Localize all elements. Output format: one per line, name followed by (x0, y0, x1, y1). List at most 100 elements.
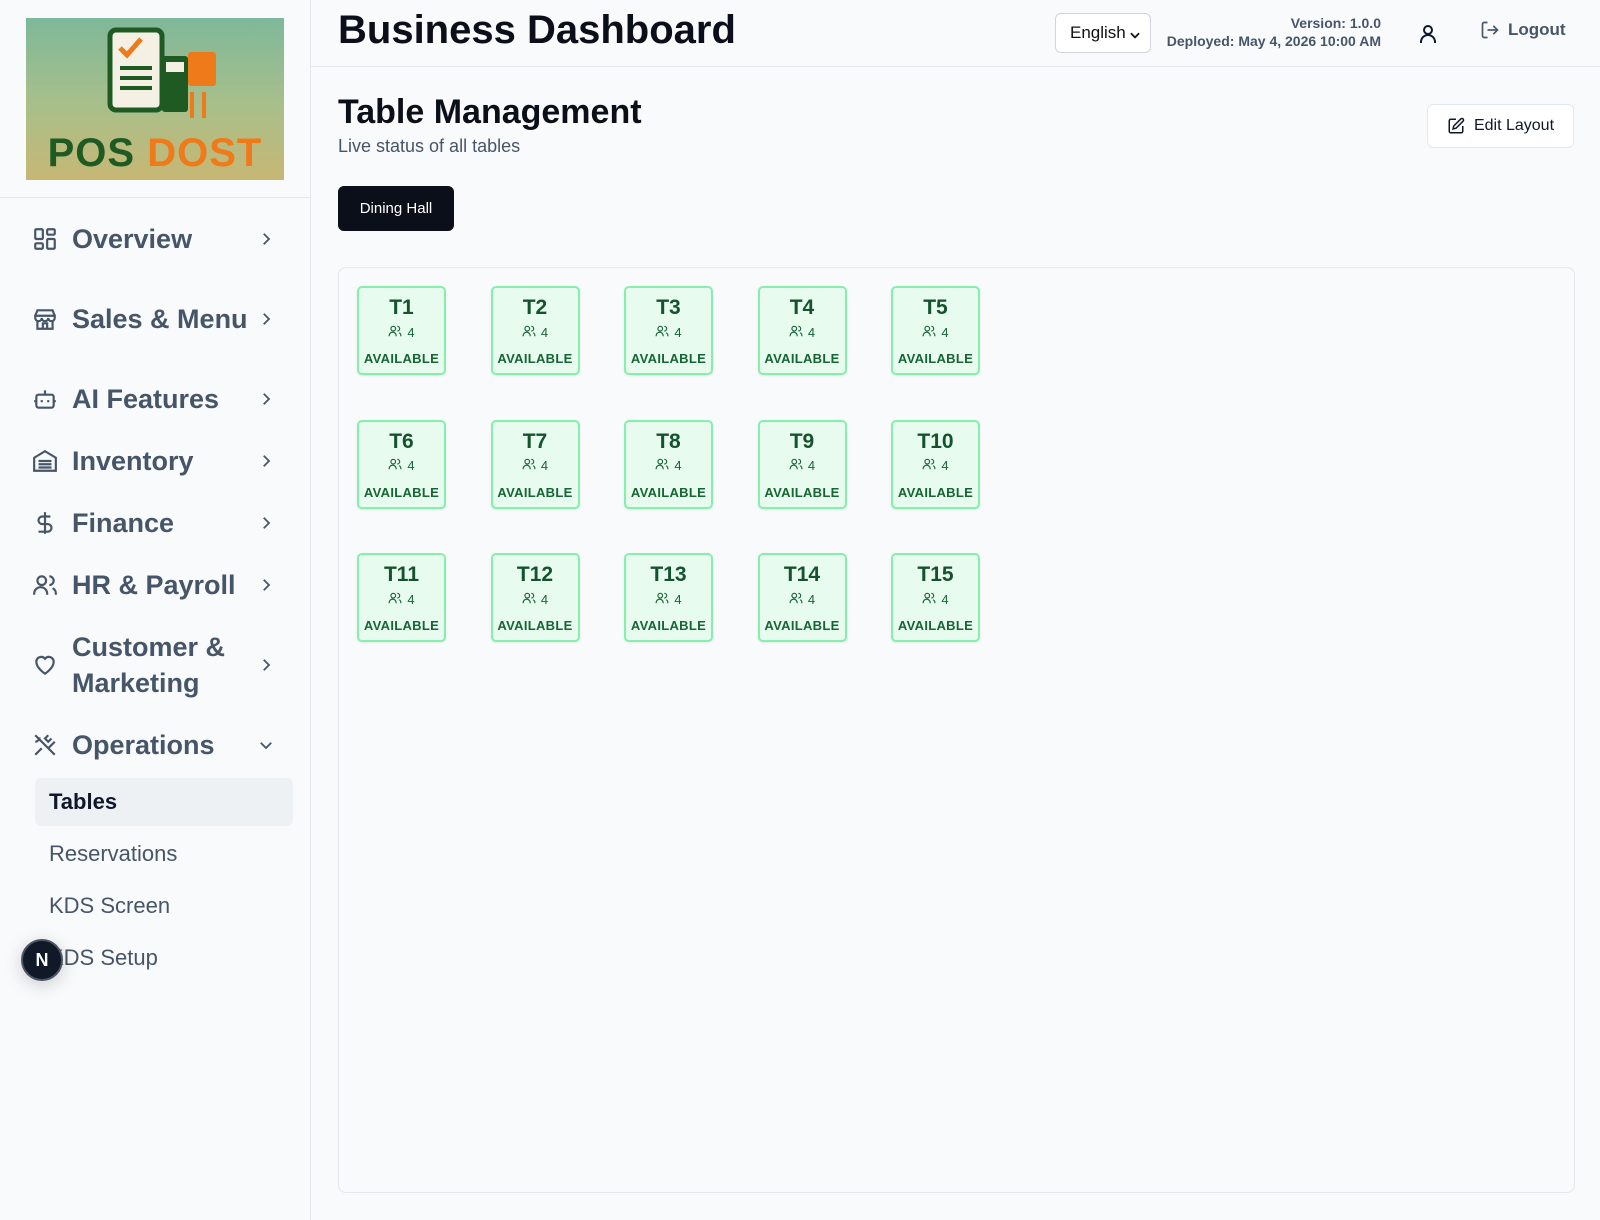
table-name: T12 (516, 563, 554, 586)
sidebar-item-label: AI Features (72, 384, 220, 414)
sidebar-item-label: Customer & Marketing (72, 632, 226, 698)
table-tile[interactable]: T11 4 AVAILABLE (357, 553, 446, 642)
sidebar-item-customer-marketing[interactable]: Customer & Marketing (0, 616, 310, 714)
users-icon (388, 457, 402, 474)
users-icon (655, 457, 669, 474)
users-icon (655, 324, 669, 341)
table-name: T5 (923, 296, 948, 319)
table-tile[interactable]: T14 4 AVAILABLE (757, 553, 847, 642)
table-tile[interactable]: T2 4 AVAILABLE (490, 286, 580, 375)
table-tile[interactable]: T8 4 AVAILABLE (624, 419, 713, 509)
table-tile[interactable]: T9 4 AVAILABLE (757, 419, 847, 509)
sidebar-item-overview[interactable]: Overview (0, 208, 310, 270)
table-capacity-value: 4 (941, 591, 949, 607)
users-icon (789, 591, 803, 608)
sidebar-item-operations[interactable]: Operations (0, 714, 310, 776)
sidebar-item-sales-menu[interactable]: Sales & Menu (0, 270, 310, 368)
chevron-right-icon (256, 575, 276, 595)
table-capacity: 4 (922, 324, 949, 340)
utensils-crossed-icon (30, 730, 60, 760)
chevron-right-icon (256, 451, 276, 471)
page-subtitle: Live status of all tables (338, 136, 521, 156)
table-capacity-value: 4 (540, 591, 549, 607)
top-header: Business Dashboard English Version: 1.0.… (311, 0, 1600, 67)
users-icon (922, 457, 936, 474)
table-capacity-value: 4 (807, 591, 816, 607)
sidebar-item-label: Finance (72, 508, 175, 538)
table-tile[interactable]: T4 4 AVAILABLE (757, 286, 847, 375)
sidebar-item-finance[interactable]: Finance (0, 492, 310, 554)
table-tile[interactable]: T1 4 AVAILABLE (357, 286, 446, 375)
table-capacity-value: 4 (941, 324, 949, 340)
sidebar-nav: Overview Sales & Menu AI Features Invent… (0, 198, 310, 984)
receipt-terminal-icon (107, 27, 216, 118)
page-title: Table Management (338, 93, 642, 131)
table-tile[interactable]: T5 4 AVAILABLE (891, 286, 980, 375)
table-tile[interactable]: T12 4 AVAILABLE (490, 553, 580, 642)
sidebar-subitem-reservations[interactable]: Reservations (35, 828, 293, 880)
pos-dost-logo[interactable]: POS DOST (26, 18, 284, 180)
table-tile[interactable]: T13 4 AVAILABLE (624, 553, 713, 642)
user-icon[interactable] (1416, 22, 1440, 51)
sidebar-item-label: Inventory (72, 446, 194, 476)
table-capacity-value: 4 (407, 591, 415, 607)
users-icon (388, 591, 402, 608)
table-capacity-value: 4 (941, 458, 949, 473)
logout-button[interactable]: Logout (1480, 20, 1566, 40)
chevron-down-icon (1128, 27, 1142, 47)
sidebar-item-inventory[interactable]: Inventory (0, 430, 310, 492)
deployed-text: Deployed: May 4, 2026 10:00 AM (1166, 33, 1381, 49)
table-capacity: 4 (922, 457, 949, 474)
sidebar-subitem-kds-screen[interactable]: KDS Screen (35, 880, 293, 932)
floor-plan: T1 4 AVAILABLE T2 4 AVAILABLE T3 4 AVAILABLE T4 4 A… (338, 267, 1575, 1193)
table-capacity: 4 (655, 457, 682, 474)
table-capacity: 4 (388, 325, 415, 340)
table-status: AVAILABLE (630, 618, 707, 633)
table-tile[interactable]: T7 4 AVAILABLE (490, 419, 580, 509)
sidebar-subitem-tables[interactable]: Tables (35, 778, 293, 826)
table-status: AVAILABLE (897, 351, 974, 366)
dev-tools-badge[interactable]: N (21, 939, 63, 981)
version-info: Version: 1.0.0 Deployed: May 4, 2026 10:… (1167, 14, 1381, 50)
sidebar-item-ai-features[interactable]: AI Features (0, 368, 310, 430)
table-capacity: 4 (789, 591, 816, 608)
edit-icon (1448, 117, 1465, 134)
table-capacity: 4 (655, 324, 682, 341)
table-tile[interactable]: T10 4 AVAILABLE (891, 419, 980, 509)
chevron-right-icon (256, 513, 276, 533)
logo-wordmark: POS DOST (26, 131, 284, 176)
table-capacity: 4 (789, 458, 815, 473)
edit-layout-button[interactable]: Edit Layout (1427, 104, 1574, 148)
table-capacity: 4 (655, 592, 682, 607)
table-tile[interactable]: T15 4 AVAILABLE (891, 553, 980, 642)
chevron-right-icon (256, 309, 276, 329)
table-status: AVAILABLE (630, 484, 707, 500)
users-icon (30, 570, 60, 600)
sidebar-item-label: Overview (72, 224, 193, 254)
table-name: T2 (522, 296, 548, 319)
sidebar-subitem-kds-setup[interactable]: KDS Setup (35, 932, 293, 984)
table-tile[interactable]: T6 4 AVAILABLE (357, 419, 446, 509)
sidebar-item-label: HR & Payroll (72, 570, 236, 600)
table-capacity-value: 4 (540, 458, 549, 473)
users-icon (522, 591, 536, 608)
chevron-right-icon (256, 655, 276, 675)
sidebar-item-hr-payroll[interactable]: HR & Payroll (0, 554, 310, 616)
table-capacity-value: 4 (540, 324, 549, 340)
sidebar: POS DOST Overview Sales & Menu AI Featur… (0, 0, 311, 1220)
language-select-value: English (1070, 23, 1126, 42)
table-capacity: 4 (789, 325, 815, 340)
table-name: T10 (917, 429, 954, 453)
language-select[interactable]: English (1055, 13, 1151, 53)
table-tile[interactable]: T3 4 AVAILABLE (624, 286, 713, 375)
table-name: T13 (650, 563, 687, 586)
edit-layout-label: Edit Layout (1473, 117, 1555, 134)
table-name: T1 (389, 296, 414, 319)
store-icon (30, 304, 60, 334)
tab-dining-hall[interactable]: Dining Hall (338, 186, 454, 231)
table-name: T15 (917, 563, 954, 586)
logout-icon (1481, 21, 1499, 39)
logo-area: POS DOST (0, 0, 310, 198)
users-icon (522, 324, 536, 341)
table-capacity: 4 (388, 591, 415, 608)
